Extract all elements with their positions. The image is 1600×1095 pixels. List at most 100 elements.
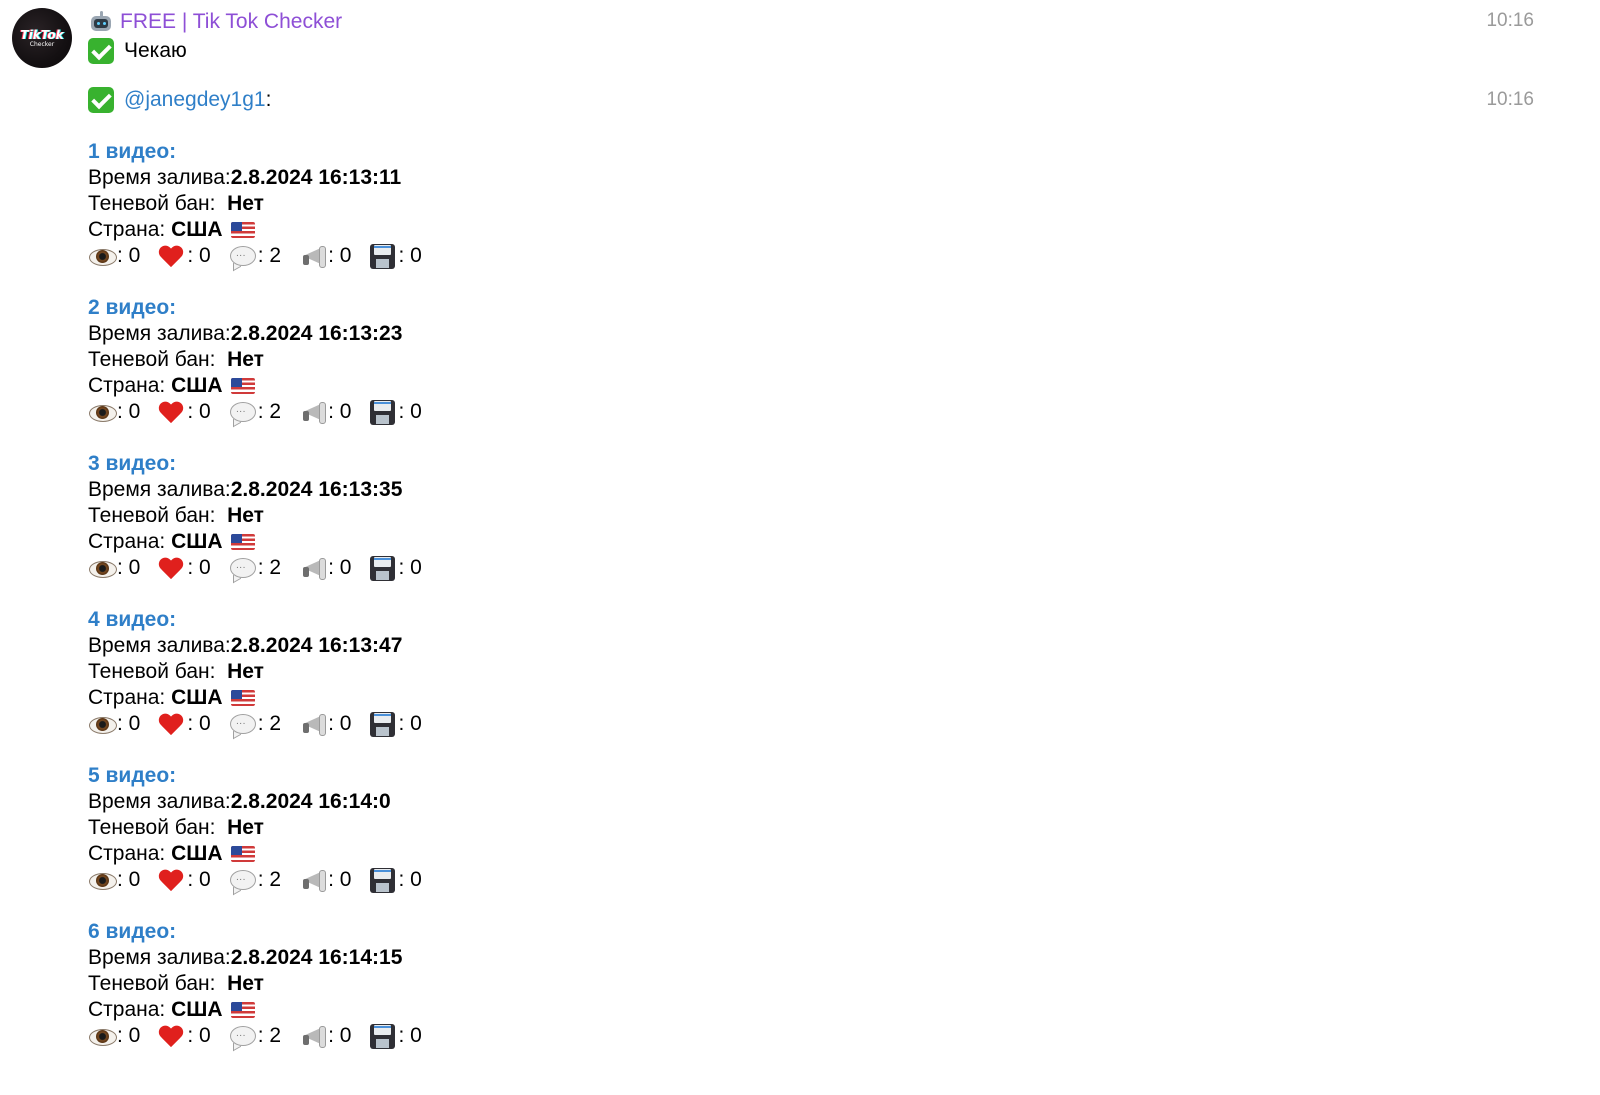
upload-time-row: Время залива: 2.8.2024 16:13:35 (88, 477, 1534, 503)
mention-row: @janegdey1g1 : (88, 87, 1534, 113)
video-title: 5 видео: (88, 764, 177, 787)
comments-stat: ··· : 2 (229, 243, 281, 272)
video-block-3: 3 видео: Время залива: 2.8.2024 16:13:35… (88, 451, 1534, 584)
megaphone-icon (299, 867, 327, 893)
country-row: Страна: США (88, 685, 1534, 711)
shadow-ban-label: Теневой бан: (88, 348, 228, 371)
country-row: Страна: США (88, 529, 1534, 555)
video-title: 1 видео: (88, 140, 177, 163)
shares-stat: : 0 (299, 711, 351, 737)
shadow-ban-label: Теневой бан: (88, 504, 228, 527)
shadow-ban-label: Теневой бан: (88, 816, 228, 839)
comments-count: 2 (269, 556, 282, 579)
video-block-4: 4 видео: Время залива: 2.8.2024 16:13:47… (88, 607, 1534, 740)
country-value: США (171, 842, 223, 865)
shadow-ban-label: Теневой бан: (88, 660, 228, 683)
saves-stat: : 0 (369, 399, 422, 425)
shares-stat: : 0 (299, 243, 351, 269)
floppy-disk-icon (369, 555, 397, 581)
avatar-logo-text: TikTok (20, 27, 64, 42)
upload-time-row: Время залива: 2.8.2024 16:13:11 (88, 165, 1534, 191)
speech-bubble-icon: ··· (229, 243, 257, 272)
upload-time-value: 2.8.2024 16:13:11 (230, 166, 402, 189)
robot-icon (88, 11, 114, 33)
views-stat: : 0 (88, 711, 140, 737)
country-value: США (171, 998, 223, 1021)
video-title: 2 видео: (88, 296, 177, 319)
comments-stat: ··· : 2 (229, 1023, 281, 1052)
country-label: Страна: (88, 842, 172, 865)
username-mention-link[interactable]: @janegdey1g1 (124, 87, 266, 113)
upload-time-row: Время залива: 2.8.2024 16:14:15 (88, 945, 1534, 971)
bot-avatar[interactable]: TikTok Checker (12, 8, 72, 68)
upload-time-row: Время залива: 2.8.2024 16:14:0 (88, 789, 1534, 815)
heart-icon (158, 555, 186, 581)
saves-stat: : 0 (369, 867, 422, 893)
floppy-disk-icon (369, 711, 397, 737)
country-label: Страна: (88, 530, 172, 553)
upload-time-label: Время залива: (88, 166, 231, 189)
upload-time-label: Время залива: (88, 790, 231, 813)
views-count: 0 (128, 244, 141, 267)
megaphone-icon (299, 711, 327, 737)
message-timestamp: 10:16 (1486, 10, 1534, 31)
likes-count: 0 (199, 1024, 211, 1047)
upload-time-value: 2.8.2024 16:14:15 (230, 946, 403, 969)
views-stat: : 0 (88, 867, 140, 893)
heart-icon (158, 399, 186, 425)
upload-time-label: Время залива: (88, 478, 231, 501)
video-block-1: 1 видео: Время залива: 2.8.2024 16:13:11… (88, 139, 1534, 272)
sender-name[interactable]: FREE | Tik Tok Checker (120, 8, 342, 36)
shares-count: 0 (339, 868, 352, 891)
shadow-ban-row: Теневой бан: Нет (88, 659, 1534, 685)
shadow-ban-value: Нет (227, 816, 264, 839)
comments-stat: ··· : 2 (229, 399, 282, 428)
saves-stat: : 0 (369, 243, 422, 269)
country-label: Страна: (88, 686, 172, 709)
chat-view: TikTok Checker FREE | Tik Tok Checker 10… (0, 0, 1600, 1095)
shadow-ban-value: Нет (227, 348, 264, 371)
sender-row: FREE | Tik Tok Checker (88, 8, 1534, 36)
shares-count: 0 (339, 556, 352, 579)
stats-row: : 0 : 0 ··· : 2 : 0 : 0 (88, 711, 1534, 740)
shadow-ban-row: Теневой бан: Нет (88, 971, 1534, 997)
upload-time-row: Время залива: 2.8.2024 16:13:23 (88, 321, 1534, 347)
saves-stat: : 0 (369, 711, 422, 737)
eye-icon (88, 867, 117, 893)
views-stat: : 0 (88, 1023, 140, 1049)
saves-count: 0 (410, 556, 422, 579)
views-stat: : 0 (88, 555, 140, 581)
speech-bubble-icon: ··· (229, 399, 257, 428)
video-block-2: 2 видео: Время залива: 2.8.2024 16:13:23… (88, 295, 1534, 428)
stats-row: : 0 : 0 ··· : 2 : 0 : 0 (88, 555, 1534, 584)
upload-time-row: Время залива: 2.8.2024 16:13:47 (88, 633, 1534, 659)
upload-time-value: 2.8.2024 16:14:0 (230, 790, 391, 813)
shares-count: 0 (339, 244, 352, 267)
heart-icon (158, 1023, 186, 1049)
comments-count: 2 (269, 400, 282, 423)
likes-stat: : 0 (158, 1023, 210, 1049)
us-flag-icon (230, 222, 255, 238)
video-list: 1 видео: Время залива: 2.8.2024 16:13:11… (88, 139, 1534, 1052)
shadow-ban-row: Теневой бан: Нет (88, 191, 1534, 217)
upload-time-label: Время залива: (88, 946, 231, 969)
country-label: Страна: (88, 218, 172, 241)
country-row: Страна: США (88, 841, 1534, 867)
comments-stat: ··· : 2 (229, 555, 282, 584)
country-label: Страна: (88, 374, 172, 397)
us-flag-icon (230, 534, 255, 550)
avatar-logo-subtext: Checker (29, 40, 55, 48)
eye-icon (88, 711, 117, 737)
saves-count: 0 (410, 712, 422, 735)
mention-colon: : (265, 88, 272, 111)
country-row: Страна: США (88, 217, 1534, 243)
stats-row: : 0 : 0 ··· : 2 : 0 : 0 (88, 243, 1534, 272)
comments-count: 2 (269, 868, 282, 891)
check-mark-icon (88, 87, 114, 113)
saves-count: 0 (410, 868, 422, 891)
video-block-5: 5 видео: Время залива: 2.8.2024 16:14:0 … (88, 763, 1534, 896)
heart-icon (158, 243, 186, 269)
megaphone-icon (299, 243, 327, 269)
views-stat: : 0 (88, 399, 140, 425)
saves-count: 0 (410, 400, 422, 423)
